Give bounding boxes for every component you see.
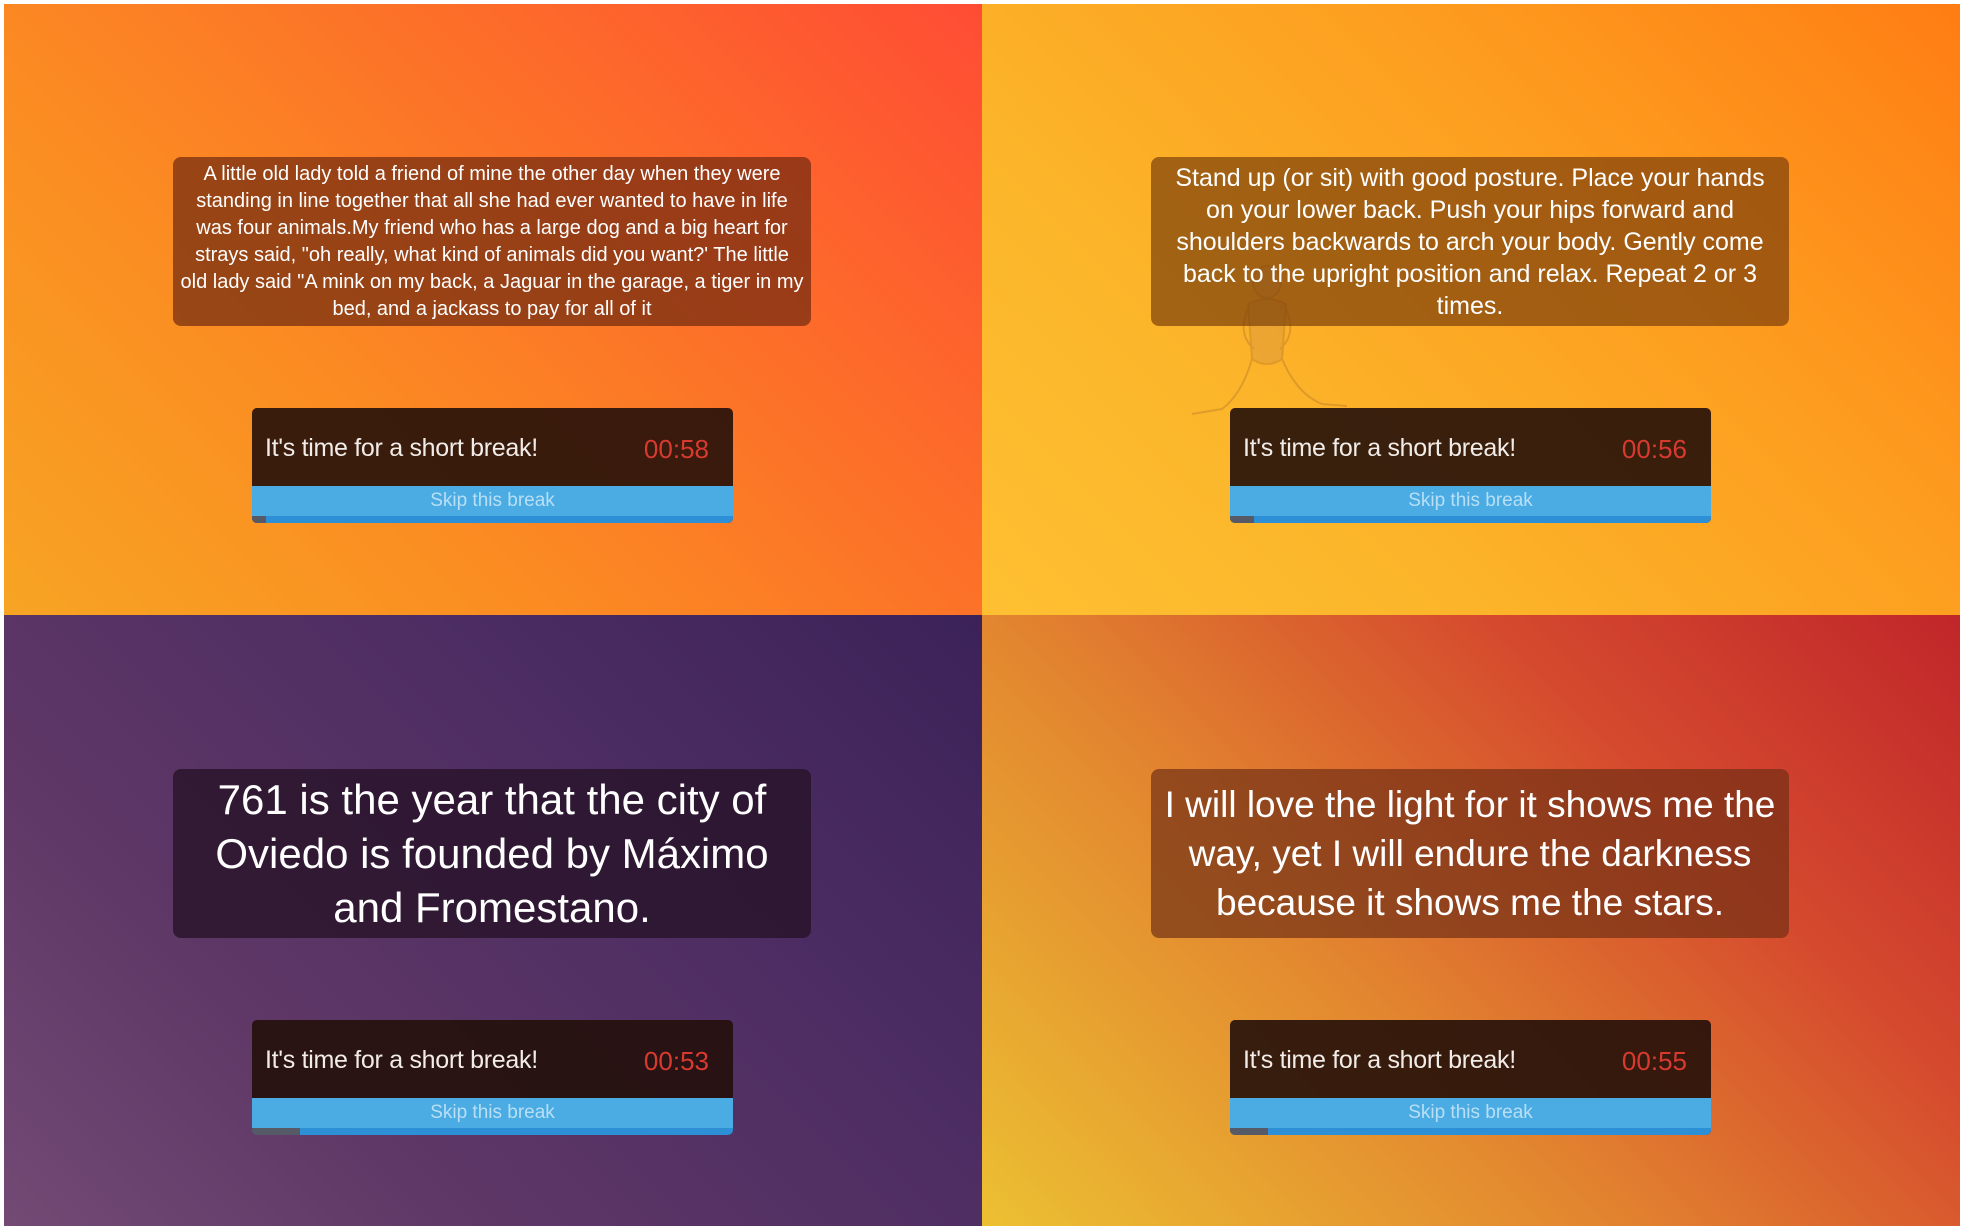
break-message-box: I will love the light for it shows me th… (1151, 769, 1789, 938)
break-screen-exercise: Stand up (or sit) with good posture. Pla… (982, 4, 1960, 615)
break-progress-bar (1230, 1128, 1711, 1135)
countdown-timer: 00:58 (643, 434, 709, 464)
break-progress-bar (1230, 516, 1711, 523)
countdown-timer: 00:55 (1621, 1046, 1687, 1076)
break-screens-grid: A little old lady told a friend of mine … (4, 4, 1960, 1226)
break-screen-joke: A little old lady told a friend of mine … (4, 4, 982, 615)
break-notification-header: It's time for a short break! 00:53 (252, 1020, 733, 1098)
break-message-box: Stand up (or sit) with good posture. Pla… (1151, 157, 1789, 326)
break-message-box: A little old lady told a friend of mine … (173, 157, 811, 326)
break-notification-header: It's time for a short break! 00:55 (1230, 1020, 1711, 1098)
break-notification: It's time for a short break! 00:53 Skip … (252, 1020, 733, 1135)
break-progress-fill (252, 516, 267, 523)
break-screen-fact: 761 is the year that the city of Oviedo … (4, 615, 982, 1226)
break-message-box: 761 is the year that the city of Oviedo … (173, 769, 811, 938)
break-progress-fill (1230, 1128, 1269, 1135)
break-progress-fill (1230, 516, 1255, 523)
break-notification: It's time for a short break! 00:58 Skip … (252, 408, 733, 523)
skip-break-button[interactable]: Skip this break (1230, 1098, 1711, 1128)
break-progress-fill (252, 1128, 301, 1135)
countdown-timer: 00:56 (1621, 434, 1687, 464)
break-screen-quote: I will love the light for it shows me th… (982, 615, 1960, 1226)
break-notification: It's time for a short break! 00:55 Skip … (1230, 1020, 1711, 1135)
break-message-text: Stand up (or sit) with good posture. Pla… (1175, 163, 1765, 320)
break-message-text: A little old lady told a friend of mine … (180, 162, 804, 320)
break-progress-bar (252, 516, 733, 523)
break-notification: It's time for a short break! 00:56 Skip … (1230, 408, 1711, 523)
break-message-text: I will love the light for it shows me th… (1164, 784, 1776, 923)
break-label: It's time for a short break! (265, 434, 538, 462)
skip-break-button[interactable]: Skip this break (252, 486, 733, 516)
skip-break-button[interactable]: Skip this break (252, 1098, 733, 1128)
break-label: It's time for a short break! (1243, 434, 1516, 462)
break-label: It's time for a short break! (265, 1046, 538, 1074)
break-message-text: 761 is the year that the city of Oviedo … (215, 775, 769, 931)
countdown-timer: 00:53 (643, 1046, 709, 1076)
break-progress-bar (252, 1128, 733, 1135)
break-notification-header: It's time for a short break! 00:56 (1230, 408, 1711, 486)
break-notification-header: It's time for a short break! 00:58 (252, 408, 733, 486)
skip-break-button[interactable]: Skip this break (1230, 486, 1711, 516)
break-label: It's time for a short break! (1243, 1046, 1516, 1074)
